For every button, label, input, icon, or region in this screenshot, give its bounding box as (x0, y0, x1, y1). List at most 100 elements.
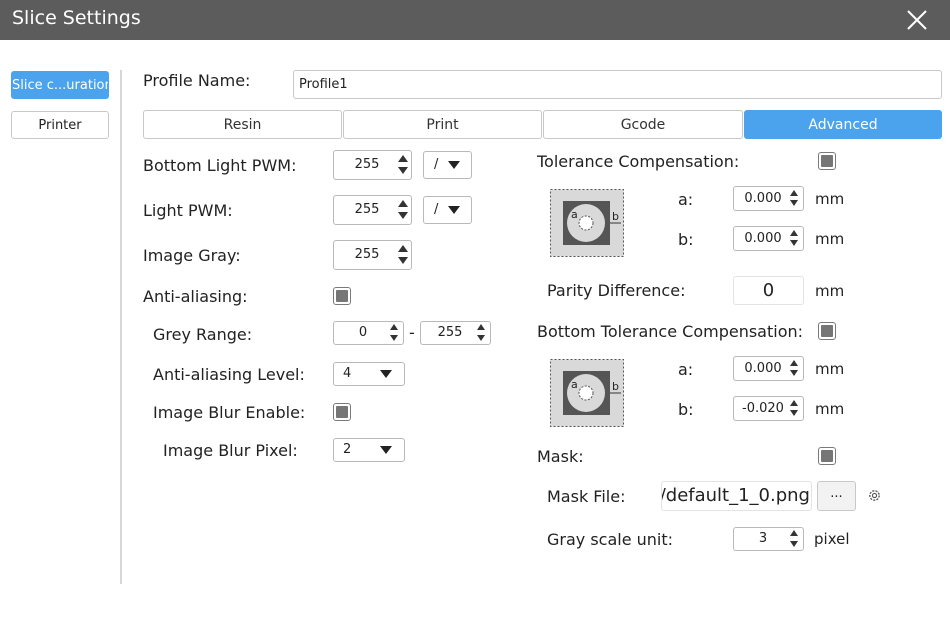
bottom-light-pwm-mode-value: / (434, 157, 439, 172)
bottom-tolerance-a-label: a: (678, 360, 694, 379)
increment-arrow-icon[interactable] (477, 324, 485, 330)
tolerance-a-value: 0.000 (744, 191, 782, 206)
gray-scale-unit-spinbox[interactable]: 3 (733, 527, 804, 551)
anti-aliasing-level-value: 4 (343, 366, 352, 381)
bottom-tolerance-compensation-checkbox[interactable] (818, 322, 836, 340)
tab-gcode[interactable]: Gcode (543, 110, 743, 139)
tolerance-a-spinbox[interactable]: 0.000 (733, 186, 804, 211)
tolerance-a-unit: mm (815, 190, 845, 208)
decrement-arrow-icon[interactable] (398, 212, 408, 219)
bottom-tolerance-a-value: 0.000 (744, 361, 782, 376)
browse-button-label: ... (830, 486, 843, 501)
image-blur-pixel-select[interactable]: 2 (333, 438, 405, 462)
mask-checkbox[interactable] (818, 447, 836, 465)
light-pwm-spinbox[interactable]: 255 (333, 195, 412, 225)
title-bar: Slice Settings (0, 0, 950, 40)
increment-arrow-icon[interactable] (790, 360, 798, 366)
increment-arrow-icon[interactable] (790, 400, 798, 406)
tolerance-compensation-checkbox[interactable] (818, 152, 836, 170)
decrement-arrow-icon[interactable] (390, 335, 398, 341)
tab-advanced[interactable]: Advanced (744, 110, 942, 139)
profile-name-value: Profile1 (299, 77, 348, 92)
close-icon[interactable] (905, 8, 929, 32)
chevron-down-icon (380, 370, 392, 378)
increment-arrow-icon[interactable] (398, 155, 408, 162)
decrement-arrow-icon[interactable] (398, 167, 408, 174)
image-blur-pixel-label: Image Blur Pixel: (163, 441, 298, 460)
mask-file-label: Mask File: (547, 487, 626, 506)
image-gray-value: 255 (354, 247, 380, 262)
bottom-tolerance-b-label: b: (678, 400, 694, 419)
tab-resin[interactable]: Resin (143, 110, 342, 139)
decrement-arrow-icon[interactable] (477, 335, 485, 341)
gear-icon[interactable] (867, 488, 882, 503)
sidebar-divider (120, 70, 122, 584)
bottom-tolerance-diagram-icon: a b (550, 359, 624, 427)
image-blur-pixel-value: 2 (343, 442, 352, 457)
check-mark-icon (821, 155, 833, 167)
tolerance-b-unit: mm (815, 230, 845, 248)
tolerance-a-label: a: (678, 190, 694, 209)
parity-difference-label: Parity Difference: (547, 281, 686, 300)
sidebar-item-printer[interactable]: Printer (11, 111, 109, 139)
mask-file-input[interactable]: /default_1_0.png (661, 481, 812, 511)
grey-range-label: Grey Range: (153, 325, 253, 344)
increment-arrow-icon[interactable] (398, 200, 408, 207)
light-pwm-mode-select[interactable]: / (423, 196, 472, 224)
sidebar-item-slice-configuration[interactable]: Slice c...uration (11, 71, 109, 99)
increment-arrow-icon[interactable] (790, 530, 798, 536)
decrement-arrow-icon[interactable] (790, 410, 798, 416)
image-gray-spinbox[interactable]: 255 (333, 240, 412, 270)
tolerance-compensation-label: Tolerance Compensation: (537, 152, 740, 171)
chevron-down-icon (448, 206, 460, 214)
tab-print[interactable]: Print (343, 110, 542, 139)
decrement-arrow-icon[interactable] (398, 257, 408, 264)
diagram-a-label: a (571, 208, 578, 221)
tolerance-b-value: 0.000 (744, 231, 782, 246)
anti-aliasing-label: Anti-aliasing: (143, 287, 248, 306)
grey-range-min-spinbox[interactable]: 0 (333, 321, 404, 345)
light-pwm-value: 255 (354, 202, 380, 217)
bottom-tolerance-a-spinbox[interactable]: 0.000 (733, 356, 804, 381)
anti-aliasing-checkbox[interactable] (333, 287, 351, 305)
increment-arrow-icon[interactable] (398, 245, 408, 252)
grey-range-max-value: 255 (437, 325, 463, 340)
check-mark-icon (336, 406, 348, 418)
bottom-light-pwm-mode-select[interactable]: / (423, 151, 472, 179)
mask-file-browse-button[interactable]: ... (817, 481, 856, 511)
parity-difference-value: 0 (762, 280, 775, 301)
bottom-tolerance-b-unit: mm (815, 400, 845, 418)
decrement-arrow-icon[interactable] (790, 370, 798, 376)
parity-difference-unit: mm (815, 282, 845, 300)
decrement-arrow-icon[interactable] (790, 240, 798, 246)
image-gray-label: Image Gray: (143, 246, 241, 265)
bottom-tolerance-b-value: -0.020 (742, 401, 784, 416)
image-blur-enable-checkbox[interactable] (333, 403, 351, 421)
tolerance-b-spinbox[interactable]: 0.000 (733, 226, 804, 251)
parity-difference-input[interactable]: 0 (733, 276, 804, 305)
profile-name-input[interactable]: Profile1 (293, 70, 942, 99)
gray-scale-unit-label: Gray scale unit: (547, 530, 674, 549)
anti-aliasing-level-label: Anti-aliasing Level: (153, 365, 305, 384)
grey-range-max-spinbox[interactable]: 255 (420, 321, 491, 345)
bottom-light-pwm-value: 255 (354, 157, 380, 172)
profile-name-label: Profile Name: (143, 71, 251, 90)
tolerance-diagram-icon: a b (550, 189, 624, 257)
anti-aliasing-level-select[interactable]: 4 (333, 362, 405, 386)
bottom-tolerance-compensation-label: Bottom Tolerance Compensation: (537, 322, 804, 341)
increment-arrow-icon[interactable] (390, 324, 398, 330)
bottom-tolerance-a-unit: mm (815, 360, 845, 378)
chevron-down-icon (448, 161, 460, 169)
bottom-tolerance-b-spinbox[interactable]: -0.020 (733, 396, 804, 421)
check-mark-icon (821, 450, 833, 462)
decrement-arrow-icon[interactable] (790, 541, 798, 547)
decrement-arrow-icon[interactable] (790, 200, 798, 206)
check-mark-icon (336, 290, 348, 302)
increment-arrow-icon[interactable] (790, 230, 798, 236)
diagram-a-label: a (571, 378, 578, 391)
diagram-b-label: b (612, 380, 619, 393)
bottom-light-pwm-spinbox[interactable]: 255 (333, 150, 412, 180)
increment-arrow-icon[interactable] (790, 190, 798, 196)
chevron-down-icon (380, 446, 392, 454)
tolerance-b-label: b: (678, 230, 694, 249)
